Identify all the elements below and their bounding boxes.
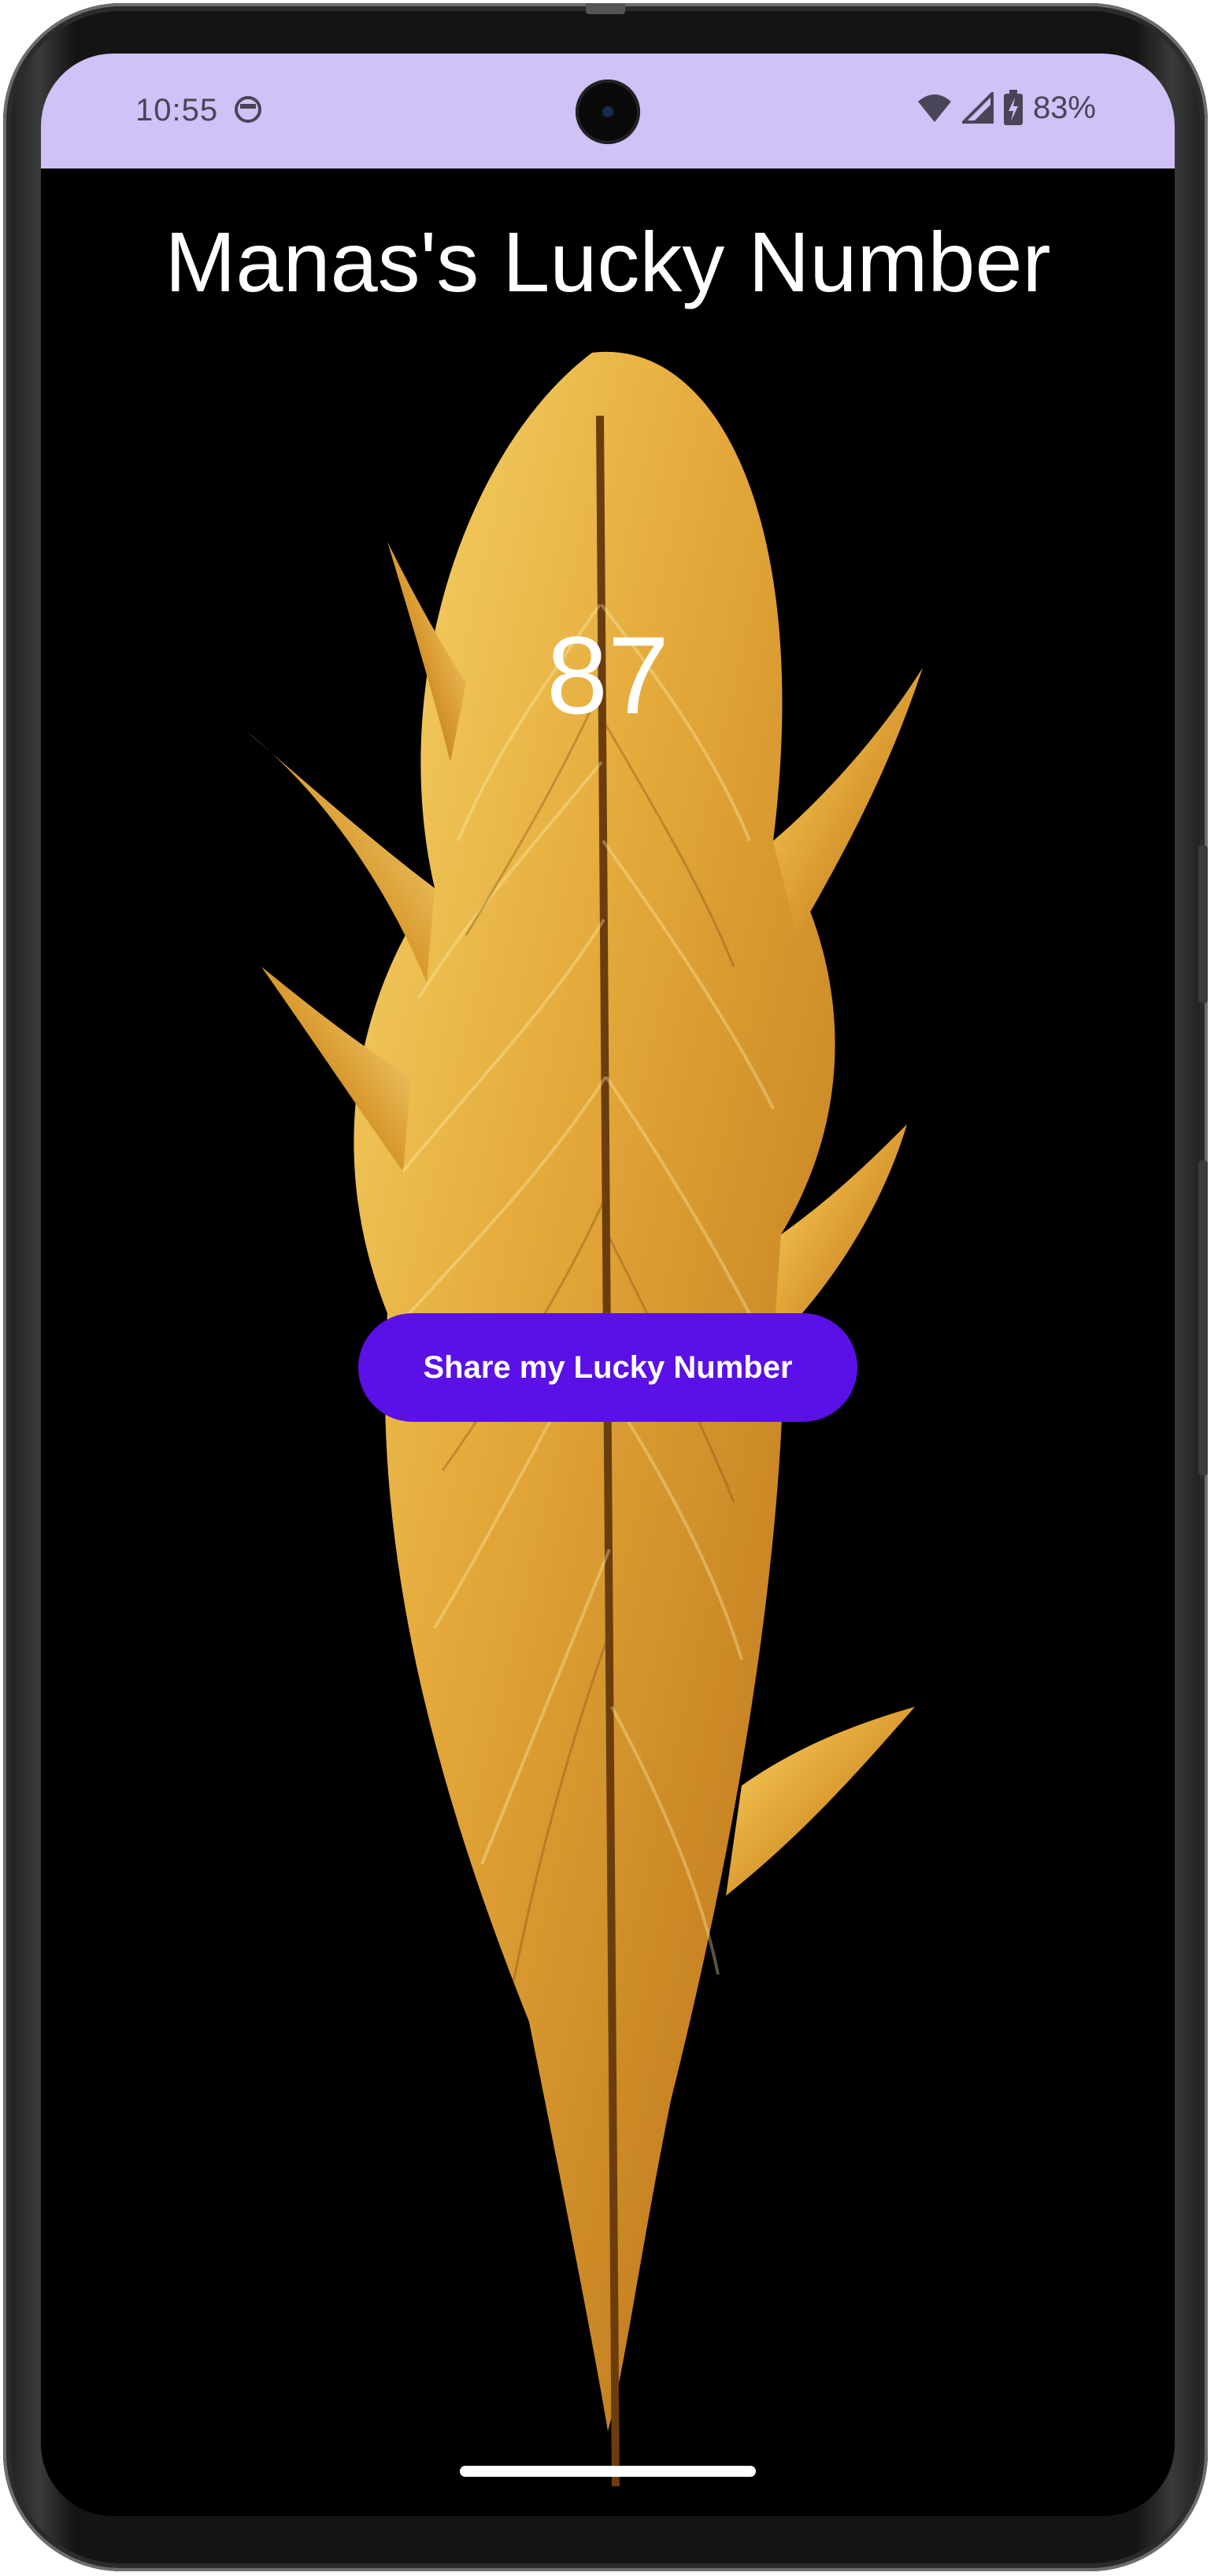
status-time: 10:55 [135, 93, 219, 128]
wifi-icon [917, 94, 951, 122]
signal-icon [961, 92, 994, 124]
app-notification-icon [235, 96, 261, 123]
status-icons: 83% [916, 88, 1096, 128]
status-bar: 10:55 83% [41, 54, 1175, 168]
phone-frame: 10:55 83% Manas's Lucky Number 87 Share … [3, 3, 1208, 2571]
battery-charging-icon [1003, 90, 1023, 125]
page: 10:55 83% Manas's Lucky Number 87 Share … [0, 0, 1218, 2576]
lucky-number: 87 [546, 613, 669, 737]
front-camera [576, 80, 640, 144]
app-title: Manas's Lucky Number [165, 214, 1051, 309]
frame-top-detail [586, 3, 625, 14]
power-button [1198, 846, 1208, 1003]
home-indicator[interactable] [460, 2466, 756, 2477]
share-lucky-number-button[interactable]: Share my Lucky Number [358, 1313, 857, 1422]
volume-button [1198, 1160, 1208, 1475]
battery-percentage: 83% [1032, 90, 1096, 125]
screen: 10:55 83% Manas's Lucky Number 87 Share … [41, 54, 1175, 2516]
